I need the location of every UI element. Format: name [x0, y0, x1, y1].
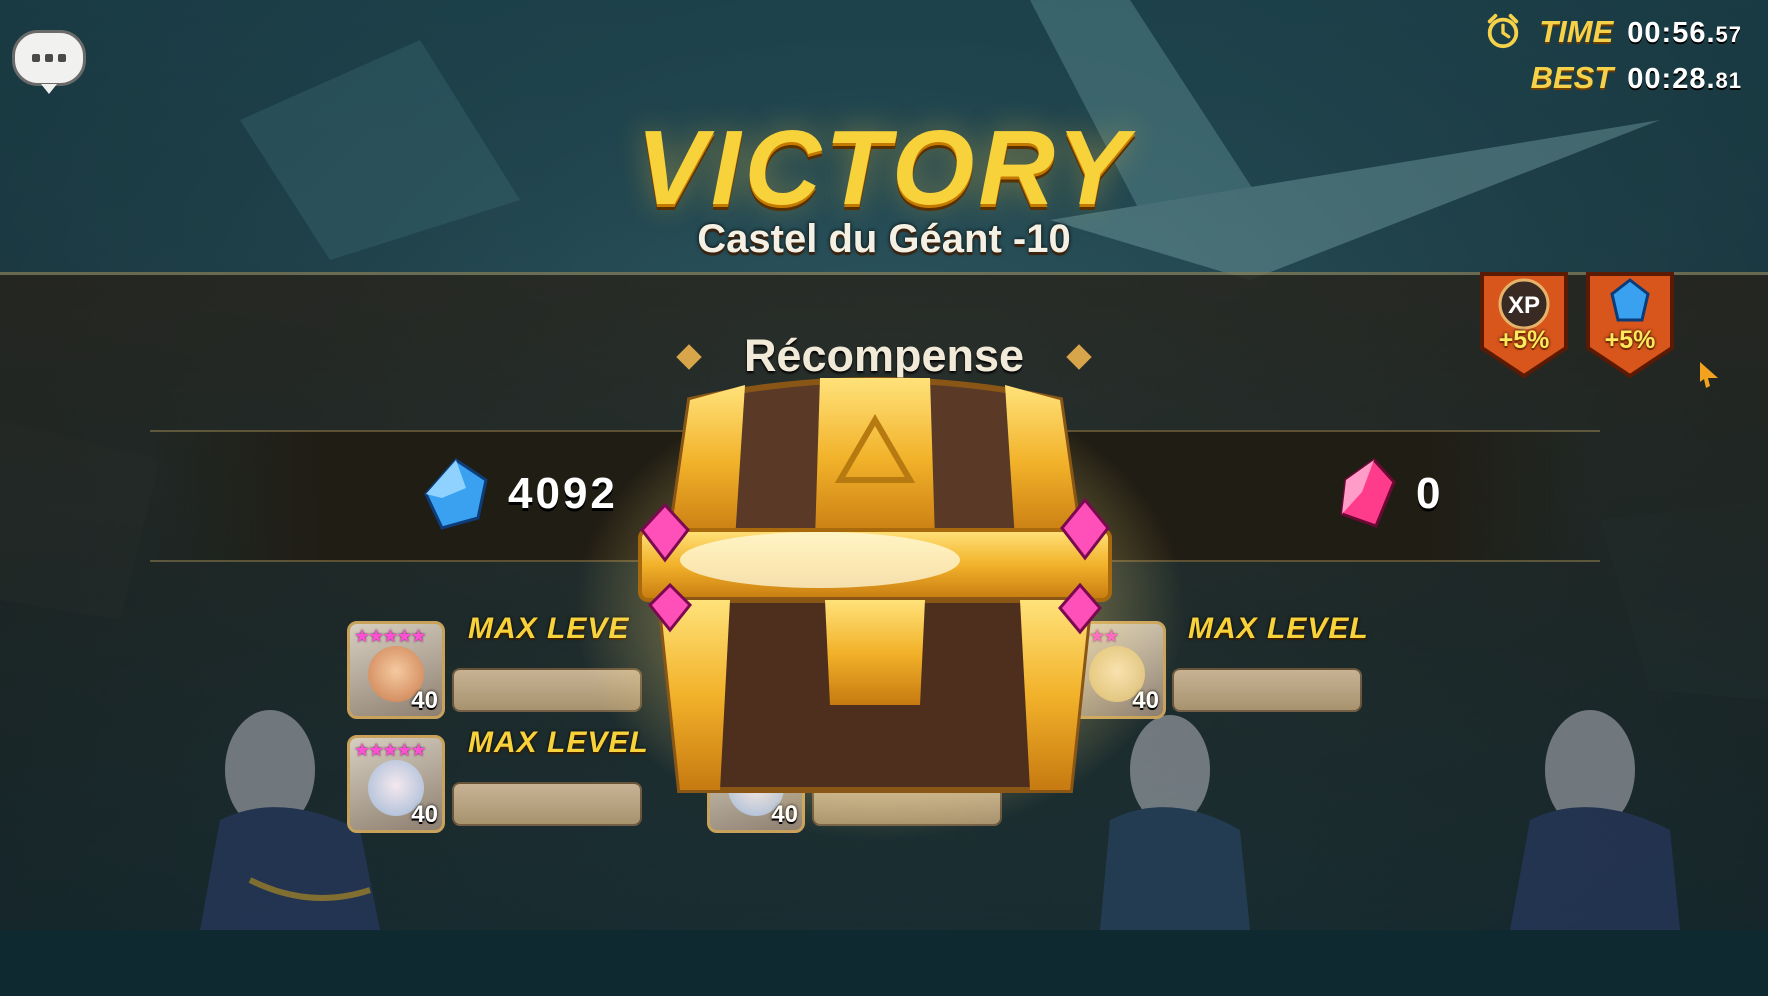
mana-crystal-icon: [424, 458, 488, 530]
crystal-reward: 0: [1336, 458, 1443, 530]
time-label: TIME: [1539, 14, 1614, 49]
chat-bubble-icon[interactable]: [12, 30, 86, 94]
unit-level: 40: [411, 687, 438, 714]
best-value: 00:28.81: [1627, 63, 1742, 95]
unit-card[interactable]: ★★★★★ 40: [347, 621, 445, 719]
monster-silhouette: [1510, 710, 1680, 930]
time-value: 00:56.57: [1627, 17, 1742, 49]
pink-crystal-icon: [1340, 458, 1396, 528]
unit-level: 40: [411, 801, 438, 828]
time-row: TIME 00:56.57: [1539, 14, 1742, 50]
xp-icon: XP: [1508, 292, 1540, 319]
unit-stars: ★★★★★: [354, 740, 427, 761]
unit-stars: ★★★★★: [354, 626, 427, 647]
stage-name: Castel du Géant -10: [697, 217, 1071, 261]
crystal-reward-value: 0: [1416, 469, 1444, 518]
alarm-clock-icon: [1487, 13, 1519, 49]
treasure-chest-icon[interactable]: [610, 360, 1140, 810]
unit-card[interactable]: ★★★★★ 40: [347, 735, 445, 833]
best-row: BEST 00:28.81: [1531, 60, 1742, 96]
victory-title: VICTORY: [636, 109, 1132, 227]
best-label: BEST: [1530, 60, 1614, 95]
